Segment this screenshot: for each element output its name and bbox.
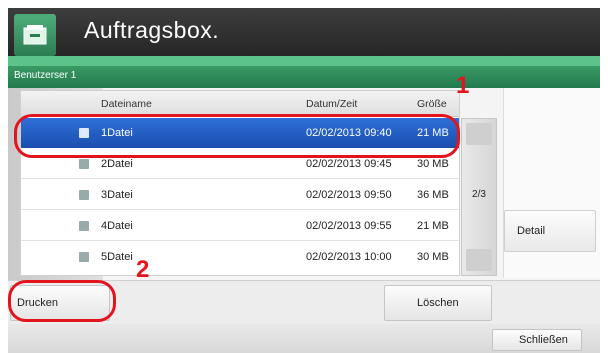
file-name: 3Datei [101, 189, 133, 201]
user-box-label: Benutzerser 1 [14, 70, 77, 81]
callout-number-1: 1 [456, 72, 470, 99]
file-name: 5Datei [101, 251, 133, 263]
table-row[interactable]: 2Datei 02/02/2013 09:45 30 MB [21, 149, 459, 179]
file-size: 36 MB [417, 189, 449, 201]
file-date: 02/02/2013 09:45 [306, 158, 392, 170]
close-button-label: Schließen [519, 334, 568, 346]
table-row[interactable]: 5Datei 02/02/2013 10:00 30 MB [21, 242, 459, 272]
file-size: 30 MB [417, 158, 449, 170]
column-header: Dateiname Datum/Zeit Größe [21, 91, 459, 117]
page-indicator: 2/3 [472, 189, 486, 200]
right-panel: Detail [503, 88, 600, 278]
detail-button[interactable]: Detail [504, 210, 596, 252]
printer-panel: Auftragsbox. Benutzerser 1 Dateiname Dat… [8, 8, 600, 353]
file-size: 30 MB [417, 251, 449, 263]
list-scrollbar[interactable]: 2/3 [461, 118, 497, 276]
table-row[interactable]: 1Datei 02/02/2013 09:40 21 MB [21, 118, 459, 148]
print-button-label: Drucken [17, 297, 58, 309]
file-name: 2Datei [101, 158, 133, 170]
action-bar: Drucken Löschen [8, 280, 600, 324]
file-date: 02/02/2013 10:00 [306, 251, 392, 263]
file-icon [79, 252, 89, 262]
scroll-up-button[interactable] [466, 123, 492, 145]
column-size-header[interactable]: Größe [417, 98, 447, 110]
file-name: 1Datei [101, 127, 133, 139]
callout-number-2: 2 [136, 256, 150, 283]
column-date-header[interactable]: Datum/Zeit [306, 98, 357, 110]
file-size: 21 MB [417, 220, 449, 232]
delete-button[interactable]: Löschen [384, 285, 492, 321]
box-icon [14, 14, 56, 56]
delete-button-label: Löschen [417, 297, 459, 309]
file-date: 02/02/2013 09:50 [306, 189, 392, 201]
table-row[interactable]: 3Datei 02/02/2013 09:50 36 MB [21, 180, 459, 210]
file-name: 4Datei [101, 220, 133, 232]
user-box-bar: Benutzerser 1 [8, 66, 600, 88]
file-size: 21 MB [417, 127, 449, 139]
file-list: Dateiname Datum/Zeit Größe 1Datei 02/02/… [20, 90, 460, 276]
file-icon [79, 159, 89, 169]
table-row[interactable]: 4Datei 02/02/2013 09:55 21 MB [21, 211, 459, 241]
print-button[interactable]: Drucken [10, 285, 110, 321]
file-icon [79, 190, 89, 200]
header-accent-strip [8, 56, 600, 66]
footer-bar: Schließen [8, 324, 600, 353]
file-date: 02/02/2013 09:55 [306, 220, 392, 232]
close-button[interactable]: Schließen [492, 329, 582, 351]
column-name-header[interactable]: Dateiname [101, 98, 152, 110]
page-title: Auftragsbox. [84, 17, 220, 43]
file-icon [79, 221, 89, 231]
file-date: 02/02/2013 09:40 [306, 127, 392, 139]
detail-button-label: Detail [517, 225, 546, 237]
file-icon [79, 128, 89, 138]
scroll-down-button[interactable] [466, 249, 492, 271]
header-bar: Auftragsbox. [8, 8, 600, 56]
